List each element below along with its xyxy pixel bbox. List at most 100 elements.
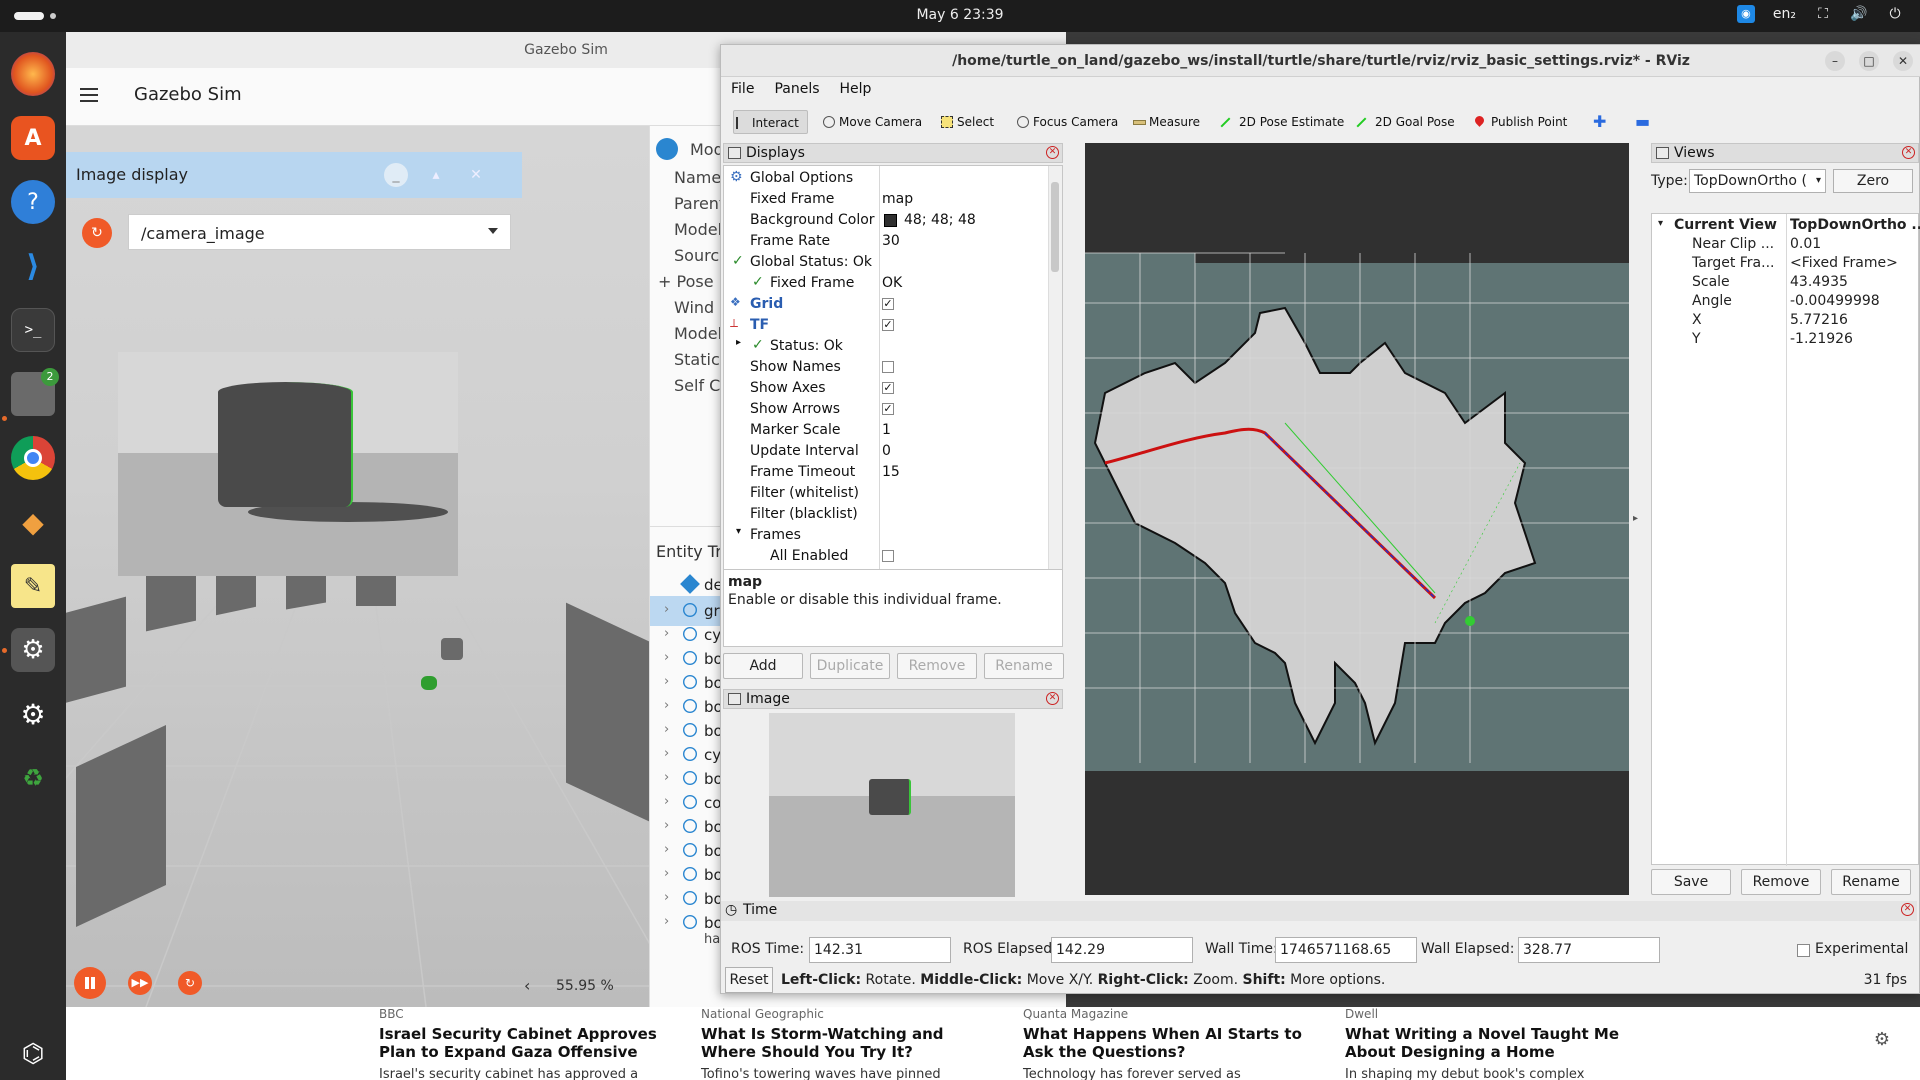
reset-button[interactable]: Reset xyxy=(725,967,773,993)
minimize-icon[interactable]: _ xyxy=(384,163,408,187)
rename-button[interactable]: Rename xyxy=(984,653,1064,679)
tool-2d-pose-estimate[interactable]: 2D Pose Estimate xyxy=(1220,110,1344,135)
gazebo-settings-icon[interactable]: ⚙ xyxy=(11,628,55,672)
close-icon[interactable]: ✕ xyxy=(1902,146,1915,159)
view-row-y[interactable]: Y -1.21926 xyxy=(1652,330,1920,349)
display-row-frame-timeout[interactable]: Frame Timeout 15 xyxy=(724,462,1044,483)
remove-button[interactable]: Remove xyxy=(897,653,977,679)
volume-icon[interactable]: 🔊 xyxy=(1850,5,1868,23)
topic-select[interactable]: /camera_image xyxy=(128,214,511,250)
close-icon[interactable]: ✕ xyxy=(1901,903,1914,916)
display-row-global-status[interactable]: ✓ Global Status: Ok xyxy=(724,252,1044,273)
menu-icon[interactable] xyxy=(80,88,98,102)
turtle-robot[interactable] xyxy=(421,676,437,690)
rename-view-button[interactable]: Rename xyxy=(1831,869,1911,895)
tool-publish-point[interactable]: Publish Point xyxy=(1473,110,1567,134)
add-button[interactable]: Add xyxy=(723,653,803,679)
show-axes-checkbox[interactable]: ✓ xyxy=(882,382,894,394)
chevron-right-icon[interactable]: › xyxy=(664,842,669,857)
chevron-left-icon[interactable]: ‹ xyxy=(524,976,530,995)
tool-measure[interactable]: Measure xyxy=(1131,110,1200,134)
image-display-plugin-header[interactable]: Image display _ ▴ ✕ xyxy=(66,152,522,198)
view-type-select[interactable]: TopDownOrtho ( ▾ xyxy=(1689,169,1826,193)
tool-select[interactable]: Select xyxy=(939,110,994,134)
terminal-icon[interactable]: >_ xyxy=(11,308,55,352)
display-row-show-names[interactable]: Show Names xyxy=(724,357,1044,378)
chevron-right-icon[interactable]: › xyxy=(664,890,669,905)
all-enabled-checkbox[interactable] xyxy=(882,550,894,562)
display-row-status[interactable]: ▸ ✓ Status: Ok xyxy=(724,336,1044,357)
display-row-grid[interactable]: ❖ Grid ✓ xyxy=(724,294,1044,315)
ros-time-field[interactable]: 142.31 xyxy=(809,937,951,963)
firefox-icon[interactable] xyxy=(11,52,55,96)
network-icon[interactable]: ⛶ xyxy=(1814,5,1832,23)
chevron-right-icon[interactable]: › xyxy=(664,602,669,617)
collapse-right-icon[interactable]: ▸ xyxy=(1633,513,1638,524)
text-editor-icon[interactable]: ✎ xyxy=(11,564,55,608)
display-row-fixed-frame[interactable]: Fixed Frame map xyxy=(724,189,1044,210)
app-center-icon[interactable]: A xyxy=(11,116,55,160)
files-icon[interactable]: 2 xyxy=(11,368,59,416)
news-headline[interactable]: What Writing a Novel Taught Me About Des… xyxy=(1345,1025,1645,1061)
chevron-down-icon[interactable]: ▾ xyxy=(736,526,741,537)
clock[interactable]: May 6 23:39 xyxy=(0,7,1920,23)
display-row-tf[interactable]: ⟂ TF ✓ xyxy=(724,315,1044,336)
chevron-right-icon[interactable]: › xyxy=(664,650,669,665)
display-row-fixed-frame-status[interactable]: ✓ Fixed Frame OK xyxy=(724,273,1044,294)
grid-checkbox[interactable]: ✓ xyxy=(882,298,894,310)
views-tree[interactable]: ▾ Current View TopDownOrtho ... Near Clip … xyxy=(1651,213,1920,866)
tf-checkbox[interactable]: ✓ xyxy=(882,319,894,331)
display-row-show-axes[interactable]: Show Axes ✓ xyxy=(724,378,1044,399)
tool-interact[interactable]: Interact xyxy=(733,110,808,134)
news-card[interactable]: National Geographic What Is Storm-Watchi… xyxy=(701,1007,1001,1080)
display-row-background-color[interactable]: Background Color 48; 48; 48 xyxy=(724,210,1044,231)
view-row-current[interactable]: ▾ Current View TopDownOrtho ... xyxy=(1652,216,1920,235)
gazebo-3d-scene[interactable] xyxy=(66,126,649,1007)
display-row-marker-scale[interactable]: Marker Scale 1 xyxy=(724,420,1044,441)
news-headline[interactable]: Israel Security Cabinet Approves Plan to… xyxy=(379,1025,679,1061)
news-headline[interactable]: What Happens When AI Starts to Ask the Q… xyxy=(1023,1025,1323,1061)
wall-time-field[interactable]: 1746571168.65 xyxy=(1275,937,1417,963)
display-row-filter-blacklist[interactable]: Filter (blacklist) xyxy=(724,504,1044,525)
show-names-checkbox[interactable] xyxy=(882,361,894,373)
help-icon[interactable]: ? xyxy=(11,180,55,224)
chevron-right-icon[interactable]: › xyxy=(664,746,669,761)
show-apps-icon[interactable]: ⌬ xyxy=(11,1032,55,1076)
tool-focus-camera[interactable]: Focus Camera xyxy=(1015,110,1118,134)
displays-tree[interactable]: ⚙ Global Options Fixed Frame map Backgroun… xyxy=(723,165,1063,585)
close-icon[interactable]: ✕ xyxy=(464,163,488,187)
close-icon[interactable]: ✕ xyxy=(1046,146,1059,159)
display-row-update-interval[interactable]: Update Interval 0 xyxy=(724,441,1044,462)
tool-2d-goal-pose[interactable]: 2D Goal Pose xyxy=(1356,110,1455,135)
chrome-icon[interactable] xyxy=(11,436,55,480)
display-row-global-options[interactable]: ⚙ Global Options xyxy=(724,168,1044,189)
display-row-filter-whitelist[interactable]: Filter (whitelist) xyxy=(724,483,1044,504)
display-row-all-enabled[interactable]: All Enabled xyxy=(724,546,1044,567)
tool-move-camera[interactable]: Move Camera xyxy=(821,110,922,134)
news-card[interactable]: Quanta Magazine What Happens When AI Sta… xyxy=(1023,1007,1323,1080)
view-row-near-clip[interactable]: Near Clip ... 0.01 xyxy=(1652,235,1920,254)
power-icon[interactable]: ⏻ xyxy=(1886,5,1904,23)
display-row-show-arrows[interactable]: Show Arrows ✓ xyxy=(724,399,1044,420)
chevron-down-icon[interactable]: ▾ xyxy=(1658,218,1663,229)
news-card[interactable]: Dwell What Writing a Novel Taught Me Abo… xyxy=(1345,1007,1645,1080)
minimize-icon[interactable]: – xyxy=(1825,51,1845,71)
maximize-icon[interactable]: □ xyxy=(1859,51,1879,71)
remove-view-button[interactable]: Remove xyxy=(1741,869,1821,895)
reset-simulation-button[interactable]: ↻ xyxy=(178,971,202,995)
gear-icon[interactable]: ⚙ xyxy=(1874,1029,1890,1050)
close-icon[interactable]: ✕ xyxy=(1893,51,1913,71)
ros-elapsed-field[interactable]: 142.29 xyxy=(1051,937,1193,963)
menu-file[interactable]: File xyxy=(721,77,764,101)
view-row-target-frame[interactable]: Target Fra... <Fixed Frame> xyxy=(1652,254,1920,273)
chevron-right-icon[interactable]: › xyxy=(664,722,669,737)
displays-scrollbar[interactable] xyxy=(1048,166,1062,584)
wall-elapsed-field[interactable]: 328.77 xyxy=(1518,937,1660,963)
chevron-right-icon[interactable]: › xyxy=(664,626,669,641)
input-language[interactable]: en₂ xyxy=(1773,6,1796,22)
chevron-right-icon[interactable]: › xyxy=(664,866,669,881)
remove-tool-icon[interactable]: ▬ xyxy=(1631,110,1650,134)
duplicate-button[interactable]: Duplicate xyxy=(810,653,890,679)
chevron-right-icon[interactable]: › xyxy=(664,818,669,833)
chevron-right-icon[interactable]: › xyxy=(664,794,669,809)
